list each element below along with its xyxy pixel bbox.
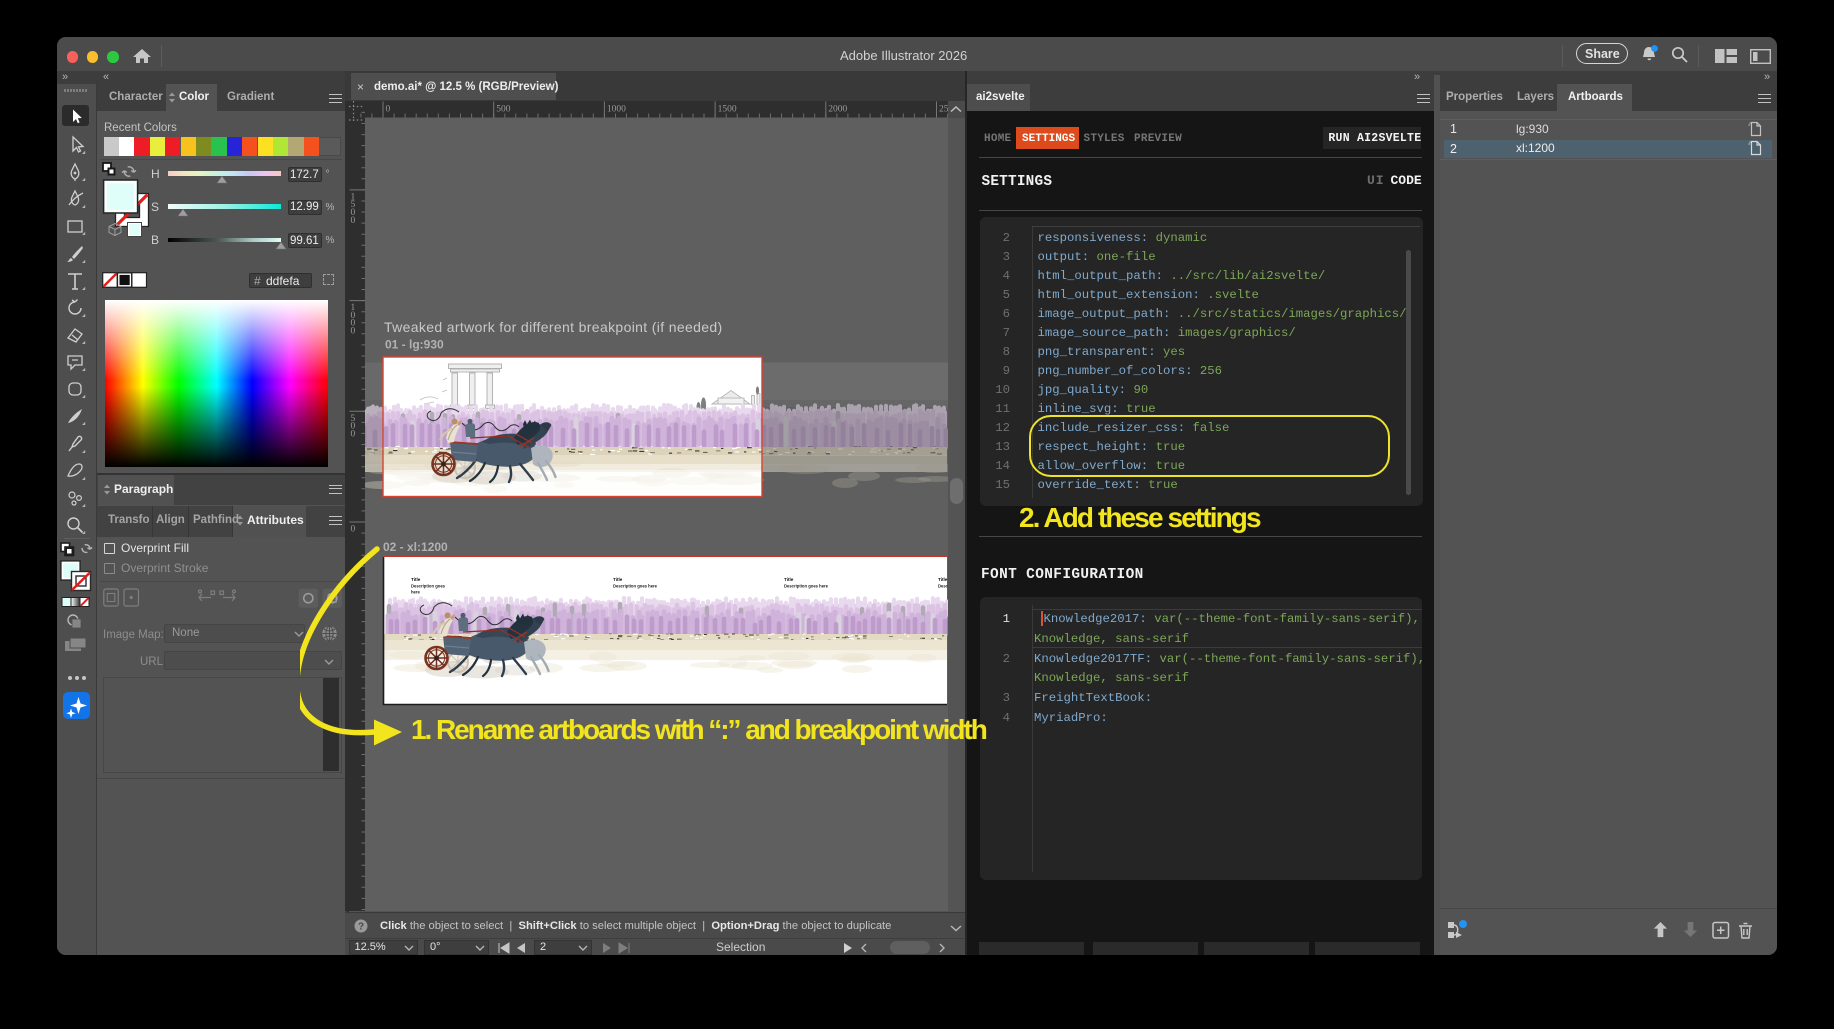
svg-text:Title: Title [938, 577, 948, 582]
svg-text:0: 0 [351, 327, 356, 337]
svg-text:0: 0 [351, 429, 356, 439]
svg-text:01 - lg:930: 01 - lg:930 [385, 338, 444, 352]
svg-text:02 - xl:1200: 02 - xl:1200 [383, 540, 448, 554]
svg-text:Description goes: Description goes [411, 584, 446, 589]
svg-text:0: 0 [386, 105, 391, 115]
svg-text:Tweaked artwork for different: Tweaked artwork for different breakpoint… [384, 319, 723, 335]
svg-text:1000: 1000 [607, 105, 626, 115]
svg-text:500: 500 [496, 105, 511, 115]
svg-text:here: here [411, 590, 421, 595]
svg-text:Title: Title [784, 577, 794, 582]
svg-text:2000: 2000 [828, 105, 847, 115]
svg-text:Title: Title [411, 577, 421, 582]
svg-text:?: ? [358, 921, 364, 932]
svg-text:Title: Title [613, 577, 623, 582]
svg-text:0: 0 [351, 525, 356, 535]
svg-text:Description goes here: Description goes here [613, 584, 658, 589]
svg-text:0: 0 [351, 216, 356, 226]
svg-text:1500: 1500 [718, 105, 737, 115]
svg-text:Description goes here: Description goes here [784, 584, 829, 589]
